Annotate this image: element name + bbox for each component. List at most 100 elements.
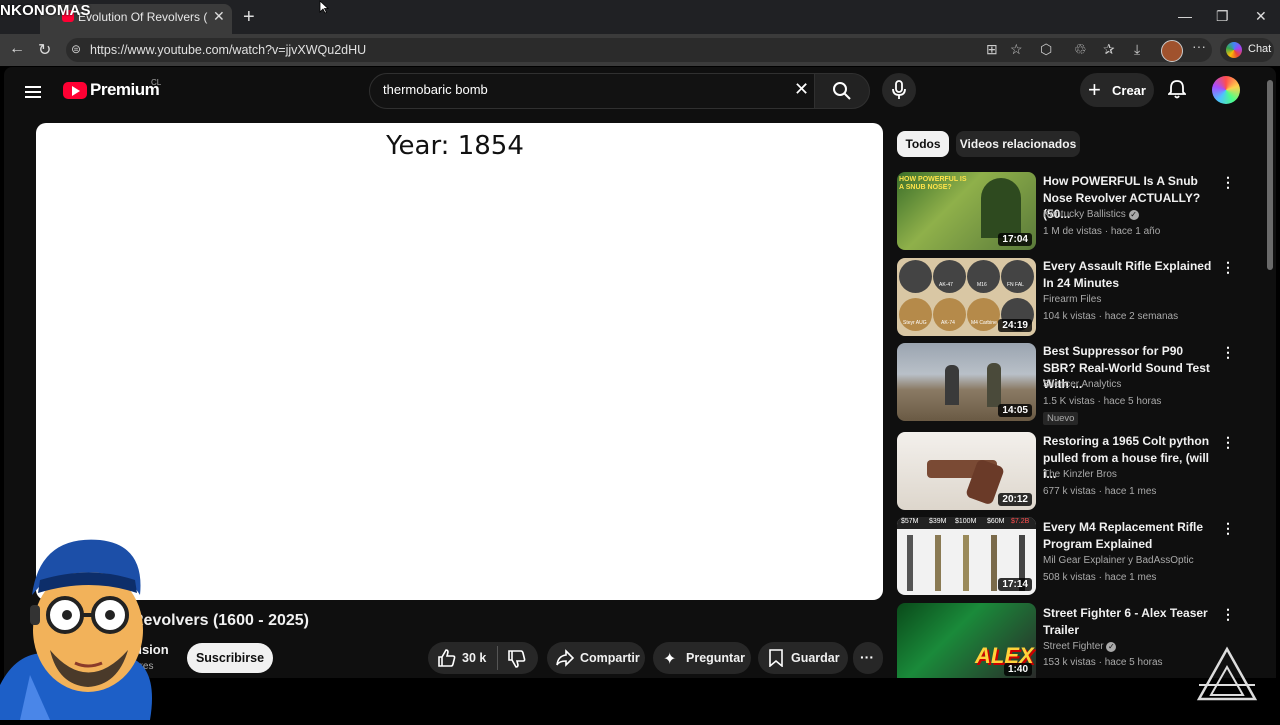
- plus-icon: +: [1088, 77, 1101, 102]
- rifle-scope-circle: [933, 260, 966, 293]
- thumbnail-person: [981, 178, 1021, 238]
- rifle-scope-circle: [899, 260, 932, 293]
- recommendation-thumbnail[interactable]: HOW POWERFUL IS A SNUB NOSE? 17:04: [897, 172, 1036, 250]
- reload-icon[interactable]: ↻: [38, 40, 51, 60]
- recommendation-thumbnail[interactable]: AK-47 M16 FN FAL Steyr AUG AK-74 M4 Carb…: [897, 258, 1036, 336]
- clear-search-icon[interactable]: ✕: [794, 79, 809, 100]
- chat-label: Chat: [1248, 43, 1272, 55]
- chip-todos[interactable]: Todos: [897, 131, 949, 157]
- more-vertical-icon[interactable]: ⋮: [1221, 434, 1235, 451]
- site-info-icon[interactable]: ⊜: [71, 42, 81, 56]
- app-available-icon[interactable]: ⊞: [986, 41, 998, 58]
- downloads-icon[interactable]: ⤓: [1134, 41, 1140, 58]
- logo-text[interactable]: Premium: [90, 80, 160, 100]
- upload-age: hace 1 año: [1110, 226, 1161, 237]
- subscribe-button[interactable]: Suscribirse: [187, 643, 273, 673]
- thumb-label: AK-47: [939, 282, 953, 288]
- recommendation-channel[interactable]: Street Fighter ✓: [1043, 641, 1117, 652]
- rifle-silhouette: [991, 535, 997, 591]
- thumbs-up-icon: [438, 649, 456, 667]
- recommendation-channel[interactable]: Firearm Files: [1043, 294, 1101, 305]
- recommendation-title[interactable]: Street Fighter 6 - Alex Teaser Trailer: [1043, 605, 1215, 638]
- sparkle-icon: ✦: [663, 651, 677, 668]
- profile-avatar[interactable]: [1161, 40, 1183, 62]
- video-frame-text: Year: 1854: [386, 131, 524, 161]
- recommendation-stats: 1.5 K vistas · hace 5 horas: [1043, 396, 1162, 407]
- view-count: 104 k vistas: [1043, 311, 1096, 322]
- create-label: Crear: [1112, 83, 1146, 98]
- microphone-icon: [892, 80, 906, 99]
- rifle-scope-circle: [967, 298, 1000, 331]
- favorites-icon[interactable]: ✰: [1103, 41, 1115, 58]
- notifications-bell-icon[interactable]: [1166, 79, 1188, 104]
- maximize-icon[interactable]: ❐: [1216, 8, 1229, 25]
- rifle-scope-circle: [899, 298, 932, 331]
- search-button[interactable]: [814, 73, 870, 109]
- video-duration: 20:12: [998, 493, 1032, 506]
- more-vertical-icon[interactable]: ⋮: [1221, 174, 1235, 191]
- thumb-label: FN FAL: [1007, 282, 1024, 288]
- view-count: 1.5 K vistas: [1043, 396, 1095, 407]
- more-vertical-icon[interactable]: ⋮: [1221, 259, 1235, 276]
- recommendation-channel[interactable]: Kentucky Ballistics ✓: [1043, 209, 1139, 220]
- country-code: CL: [151, 78, 162, 87]
- more-horizontal-icon: ···: [860, 649, 874, 665]
- search-value: thermobaric bomb: [383, 82, 488, 97]
- tab-close-icon[interactable]: ✕: [213, 8, 225, 25]
- more-vertical-icon[interactable]: ⋮: [1221, 344, 1235, 361]
- extensions-icon[interactable]: ⬡: [1040, 41, 1052, 58]
- channel-name-text: Street Fighter: [1043, 641, 1104, 652]
- like-button[interactable]: [437, 648, 457, 673]
- more-vertical-icon[interactable]: ⋮: [1221, 520, 1235, 537]
- account-avatar[interactable]: [1212, 76, 1240, 104]
- upload-age: hace 2 semanas: [1104, 311, 1179, 322]
- upload-age: hace 1 mes: [1104, 486, 1157, 497]
- recommendation-thumbnail[interactable]: 14:05: [897, 343, 1036, 421]
- chip-related-videos[interactable]: Videos relacionados: [956, 131, 1080, 157]
- new-badge: Nuevo: [1043, 412, 1079, 425]
- window-close-icon[interactable]: ✕: [1255, 8, 1267, 25]
- recommendation-stats: 677 k vistas · hace 1 mes: [1043, 486, 1157, 497]
- recommendation-channel[interactable]: Mil Gear Explainer y BadAssOptic: [1043, 555, 1194, 566]
- more-vertical-icon[interactable]: ⋮: [1221, 606, 1235, 623]
- thumb-label: M4 Carbine: [971, 320, 997, 326]
- back-icon[interactable]: ←: [9, 40, 25, 58]
- like-count: 30 k: [462, 651, 487, 665]
- share-label: Compartir: [580, 651, 640, 665]
- streamer-mascot-avatar: [0, 535, 175, 720]
- recommendation-thumbnail[interactable]: ALEX 1:40: [897, 603, 1036, 678]
- recommendation-channel[interactable]: The Kinzler Bros: [1043, 469, 1117, 480]
- video-duration: 17:14: [998, 578, 1032, 591]
- minimize-icon[interactable]: —: [1178, 8, 1192, 24]
- recommendation-thumbnail[interactable]: 20:12: [897, 432, 1036, 510]
- thumb-label: $57M: [901, 518, 919, 525]
- recommendation-title[interactable]: Every M4 Replacement Rifle Program Expla…: [1043, 519, 1215, 552]
- more-menu-icon[interactable]: ···: [1192, 38, 1206, 54]
- thumb-label: $7.2B: [1011, 518, 1030, 525]
- dislike-button[interactable]: [507, 649, 527, 674]
- rifle-silhouette: [907, 535, 913, 591]
- video-duration: 1:40: [1003, 663, 1032, 676]
- new-tab-icon[interactable]: +: [243, 6, 255, 29]
- thumb-label: $39M: [929, 518, 947, 525]
- favorite-star-icon[interactable]: ☆: [1010, 41, 1023, 58]
- rifle-scope-circle: [1001, 260, 1034, 293]
- voice-search-button[interactable]: [882, 73, 916, 107]
- youtube-play-icon: [72, 86, 80, 96]
- recommendation-channel[interactable]: Silencer Analytics: [1043, 379, 1121, 390]
- browser-essentials-icon[interactable]: ♲: [1074, 41, 1087, 58]
- scrollbar-thumb[interactable]: [1267, 80, 1273, 270]
- thumbs-down-icon: [508, 650, 526, 668]
- video-duration: 17:04: [998, 233, 1032, 246]
- thumbnail-person: [945, 365, 959, 405]
- view-count: 153 k vistas: [1043, 657, 1096, 668]
- video-player[interactable]: [36, 123, 883, 600]
- upload-age: hace 1 mes: [1104, 572, 1157, 583]
- recommendation-thumbnail[interactable]: $57M $39M $100M $60M $7.2B 17:14: [897, 517, 1036, 595]
- thumb-label: Steyr AUG: [903, 320, 927, 326]
- thumb-label: $60M: [987, 518, 1005, 525]
- save-label: Guardar: [791, 651, 840, 665]
- menu-icon[interactable]: [25, 83, 41, 101]
- view-count: 508 k vistas: [1043, 572, 1096, 583]
- recommendation-title[interactable]: Every Assault Rifle Explained In 24 Minu…: [1043, 258, 1215, 291]
